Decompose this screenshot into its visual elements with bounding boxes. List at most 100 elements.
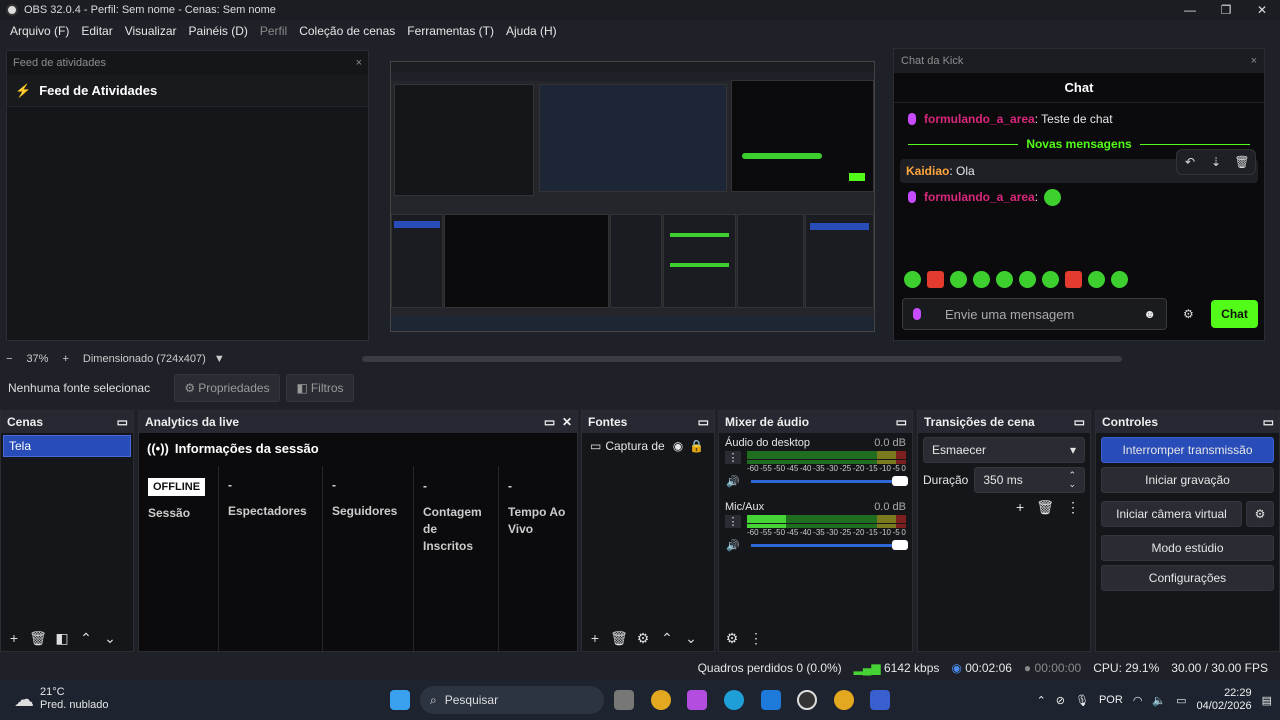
speaker-icon[interactable]: 🔊 [725,539,741,552]
chat-input[interactable]: Envie uma mensagem ☻ [902,298,1167,330]
chrome-icon[interactable] [651,690,671,710]
undock-icon[interactable]: ▭ [117,415,128,429]
emoji-icon[interactable]: ☻ [1143,307,1156,321]
volume-slider[interactable] [751,475,908,486]
eye-icon[interactable]: ◉ [673,439,683,453]
pin-icon[interactable]: ⇣ [1203,150,1229,174]
notification-icon[interactable]: ▤ [1262,694,1272,707]
add-icon[interactable]: + [5,630,23,646]
chat-username[interactable]: Kaidiao [906,164,949,178]
emote-icon[interactable] [1111,271,1128,288]
virtual-camera-settings-button[interactable]: ⚙ [1246,501,1274,527]
chevron-down-icon[interactable]: ▼ [214,353,225,365]
close-button[interactable]: ✕ [1244,0,1280,20]
gear-icon[interactable]: ⚙ [1183,308,1195,320]
emote-icon[interactable] [1042,271,1059,288]
properties-button[interactable]: ⚙ Propriedades [174,374,280,402]
reply-icon[interactable]: ↶ [1177,150,1203,174]
down-arrow-icon[interactable]: ⌄ [101,630,119,647]
menu-profile[interactable]: Perfil [254,24,293,38]
advanced-audio-icon[interactable]: ⚙ [723,630,741,647]
menu-docks[interactable]: Painéis (D) [183,24,254,38]
emote-icon[interactable] [996,271,1013,288]
menu-view[interactable]: Visualizar [119,24,183,38]
menu-dots-icon[interactable]: ⋮ [747,630,765,647]
menu-tools[interactable]: Ferramentas (T) [401,24,500,38]
app-icon[interactable] [870,690,890,710]
wifi-icon[interactable]: ◠ [1133,694,1143,707]
transition-select[interactable]: Esmaecer ▾ [923,437,1085,463]
chat-username[interactable]: formulando_a_area [924,112,1035,126]
stop-stream-button[interactable]: Interromper transmissão [1101,437,1274,463]
settings-button[interactable]: Configurações [1101,565,1274,591]
menu-scene-collection[interactable]: Coleção de cenas [293,24,401,38]
trash-icon[interactable]: 🗑 [1036,499,1054,516]
language-indicator[interactable]: POR [1099,694,1123,706]
preview-canvas[interactable] [390,61,875,332]
emote-icon[interactable] [973,271,990,288]
add-icon[interactable]: + [1016,499,1024,516]
obs-taskbar-icon[interactable] [797,690,817,710]
emote-icon[interactable] [1065,271,1082,288]
preview-scrollbar[interactable] [362,356,1122,362]
trash-icon[interactable]: 🗑 [610,630,628,647]
menu-help[interactable]: Ajuda (H) [500,24,563,38]
undock-icon[interactable]: ▭ [544,415,555,429]
emote-icon[interactable] [1019,271,1036,288]
emote-icon[interactable] [904,271,921,288]
filters-button[interactable]: ◧ Filtros [286,374,354,402]
source-item[interactable]: ▭ Captura de ◉ 🔒 [582,433,714,459]
volume-icon[interactable]: 🔈 [1152,694,1166,707]
task-view-icon[interactable] [614,690,634,710]
trash-icon[interactable]: 🗑 [29,630,47,647]
minimize-button[interactable]: — [1172,0,1208,20]
trash-icon[interactable]: 🗑 [1229,150,1255,174]
add-icon[interactable]: + [586,630,604,646]
duration-spinbox[interactable]: 350 ms ⌃ ⌄ [974,467,1085,493]
start-virtual-camera-button[interactable]: Iniciar câmera virtual [1101,501,1242,527]
send-chat-button[interactable]: Chat [1211,300,1258,328]
clock[interactable]: 22:29 04/02/2026 [1197,687,1252,713]
chat-username[interactable]: formulando_a_area [924,190,1035,204]
maximize-button[interactable]: ❐ [1208,0,1244,20]
microphone-icon[interactable]: 🎙 [1075,694,1089,707]
undock-icon[interactable]: ▭ [1263,415,1274,429]
close-icon[interactable]: × [1251,55,1257,67]
undock-icon[interactable]: ▭ [1074,415,1085,429]
zoom-out-button[interactable]: − [6,353,12,365]
volume-slider[interactable] [751,539,908,550]
taskbar-search[interactable]: ⌕ Pesquisar [420,686,604,714]
emote-icon[interactable] [950,271,967,288]
scene-item[interactable]: Tela [3,435,131,457]
undock-icon[interactable]: ▭ [698,415,709,429]
chrome-profile-icon[interactable] [834,690,854,710]
down-arrow-icon[interactable]: ⌄ [682,630,700,647]
chevron-up-icon[interactable]: ⌃ [1037,694,1046,707]
emote-icon[interactable] [927,271,944,288]
menu-dots-icon[interactable]: ⋮ [1066,499,1080,516]
zoom-in-button[interactable]: + [62,353,68,365]
close-icon[interactable]: × [356,57,362,69]
spin-arrows-icon[interactable]: ⌃ ⌄ [1068,471,1076,489]
copilot-icon[interactable] [687,690,707,710]
lock-icon[interactable]: 🔒 [689,439,704,453]
undock-icon[interactable]: ▭ [896,415,907,429]
up-arrow-icon[interactable]: ⌃ [77,630,95,647]
emote-icon[interactable] [1088,271,1105,288]
gear-icon[interactable]: ⚙ [634,630,652,647]
menu-dots-icon[interactable]: ⋮ [725,515,741,528]
windows-start-icon[interactable] [390,690,410,710]
filter-icon[interactable]: ◧ [53,630,71,647]
edge-icon[interactable] [724,690,744,710]
store-icon[interactable] [761,690,781,710]
speaker-icon[interactable]: 🔊 [725,475,741,488]
weather-widget[interactable]: ☁ 21°C Pred. nublado [14,686,109,712]
menu-dots-icon[interactable]: ⋮ [725,451,741,464]
start-recording-button[interactable]: Iniciar gravação [1101,467,1274,493]
menu-file[interactable]: Arquivo (F) [4,24,75,38]
studio-mode-button[interactable]: Modo estúdio [1101,535,1274,561]
meet-icon[interactable]: ⊘ [1056,694,1065,707]
close-icon[interactable]: ✕ [562,415,572,429]
up-arrow-icon[interactable]: ⌃ [658,630,676,647]
menu-edit[interactable]: Editar [75,24,118,38]
